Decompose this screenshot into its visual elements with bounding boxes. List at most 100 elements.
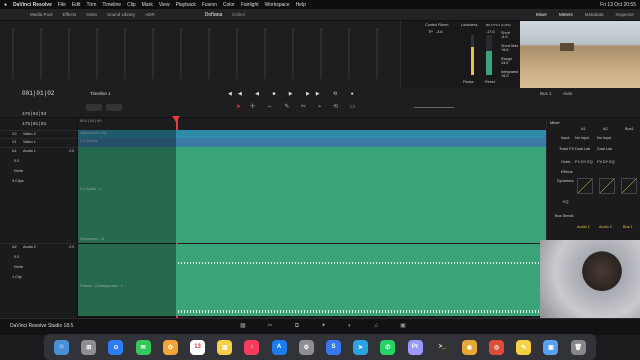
index-button[interactable]: Index — [86, 12, 97, 17]
menu-item-mark[interactable]: Mark — [142, 2, 153, 8]
menu-item-fairlight[interactable]: Fairlight — [241, 2, 259, 8]
timecode-2: 475|01|01 — [22, 122, 47, 127]
edit-tools[interactable]: ✛ ⇔ ✎ ✂ ⌁ ⟲ ▭ — [250, 103, 360, 110]
pointer-tool-icon[interactable]: ➤ — [236, 103, 241, 110]
track-fader[interactable] — [348, 29, 350, 79]
chrome-icon[interactable]: ◎ — [489, 339, 505, 355]
track-fader[interactable] — [124, 29, 126, 79]
menu-item-color[interactable]: Color — [223, 2, 235, 8]
a2-volume[interactable]: 0.0 — [14, 255, 19, 259]
finder-icon[interactable]: ☺ — [54, 339, 70, 355]
menu-item-view[interactable]: View — [159, 2, 170, 8]
whatsapp-icon[interactable]: ✆ — [380, 339, 396, 355]
track-fader[interactable] — [292, 29, 294, 79]
track-meters-panel: Bus 1 — [0, 21, 414, 88]
track-fader[interactable] — [40, 29, 42, 79]
safari-icon[interactable]: ⊙ — [108, 339, 124, 355]
mixer-a1-trackfx[interactable]: Dual Lab — [575, 147, 590, 151]
track-fader[interactable] — [68, 29, 70, 79]
mixer-name-a2: Audio 2 — [599, 225, 612, 229]
menu-item-clip[interactable]: Clip — [127, 2, 136, 8]
track-fader[interactable] — [376, 29, 378, 79]
automation-mode[interactable]: Auto — [563, 91, 572, 96]
messages-icon[interactable]: ✉ — [135, 339, 151, 355]
v2-name: Video 2 — [23, 132, 36, 136]
bus-dynamics-graph[interactable] — [621, 178, 637, 194]
telegram-icon[interactable]: ➤ — [353, 339, 369, 355]
timeline-area[interactable]: 001|01|00 Adjustment Clip 2:2 Titulos 2:… — [78, 116, 546, 318]
a2-mode[interactable]: None — [14, 265, 23, 269]
track-fader[interactable] — [208, 29, 210, 79]
meters-button[interactable]: Meters — [559, 12, 573, 17]
a2-dynamics-graph[interactable] — [599, 178, 615, 194]
a2-name: Audio 2 — [23, 245, 36, 249]
mixer-col-a1: A1 — [581, 127, 586, 131]
sound-library-button[interactable]: Sound Library — [107, 12, 135, 17]
menu-item-timeline[interactable]: Timeline — [102, 2, 121, 8]
track-fader[interactable] — [264, 29, 266, 79]
mixer-button[interactable]: Mixer — [536, 12, 547, 17]
track-fader[interactable] — [96, 29, 98, 79]
mixer-a2-trackfx[interactable]: Dual Lab — [597, 147, 612, 151]
preview-icon[interactable]: ▣ — [543, 339, 559, 355]
page-switcher[interactable]: ▦✂⧉✦◐♫▣ — [240, 322, 428, 330]
playhead-marker-icon[interactable] — [172, 116, 180, 122]
menu-item-fusion[interactable]: Fusion — [202, 2, 217, 8]
menu-item-playback[interactable]: Playback — [176, 2, 196, 8]
v1-name: Video 1 — [23, 140, 36, 144]
a1-dynamics-graph[interactable] — [577, 178, 593, 194]
track-fader[interactable] — [12, 29, 14, 79]
reset-button[interactable]: Reset — [485, 80, 495, 84]
menu-item-trim[interactable]: Trim — [87, 2, 97, 8]
launchpad-icon[interactable]: ⊞ — [81, 339, 97, 355]
video-viewer[interactable] — [520, 21, 640, 88]
menu-item-help[interactable]: Help — [296, 2, 306, 8]
metadata-button[interactable]: Metadata — [585, 12, 604, 17]
signal-icon[interactable]: S — [325, 339, 341, 355]
transport-controls[interactable]: ◀◀ ◀ ■ ▶ ▶▶ ⟲ ● — [228, 91, 360, 97]
notes2-icon[interactable]: ✎ — [516, 339, 532, 355]
premiere-icon[interactable]: Pr — [407, 339, 423, 355]
media-pool-button[interactable]: Media Pool — [30, 12, 53, 17]
resolve-icon[interactable]: ◉ — [461, 339, 477, 355]
a1-name: Audio 1 — [23, 149, 36, 153]
menu-item-file[interactable]: File — [58, 2, 66, 8]
adr-button[interactable]: ADR — [145, 12, 155, 17]
trash-icon[interactable]: 🗑 — [570, 339, 586, 355]
mixer-a2-order[interactable]: FX DY EQ — [597, 160, 615, 164]
bus-output[interactable]: Bus 1 — [540, 91, 552, 96]
clock: Fri 13 Oct 20:55 — [600, 1, 636, 8]
edit-mode-button[interactable] — [86, 104, 102, 111]
effects-button[interactable]: Effects — [63, 12, 77, 17]
mixer-a2-input[interactable]: No Input — [597, 136, 611, 140]
mixer-a1-order[interactable]: FX DY EQ — [575, 160, 593, 164]
v2-id: V2 — [12, 132, 17, 136]
track-fader[interactable] — [320, 29, 322, 79]
timecode-1: 476|02|03 — [22, 112, 47, 117]
inspector-button[interactable]: Inspector — [615, 12, 634, 17]
music-icon[interactable]: ♪ — [244, 339, 260, 355]
a1-mode[interactable]: None — [14, 169, 23, 173]
timeline-name[interactable]: Timeline 1 — [90, 91, 111, 96]
a1-volume[interactable]: 0.0 — [14, 159, 19, 163]
app store-icon[interactable]: A — [271, 339, 287, 355]
m-meter — [486, 35, 492, 75]
mixer-row-effects: Effects — [561, 170, 573, 174]
settings-icon[interactable]: ⚙ — [298, 339, 314, 355]
track-fader[interactable] — [152, 29, 154, 79]
track-fader[interactable] — [180, 29, 182, 79]
calendar-icon[interactable]: 13 — [190, 339, 206, 355]
notes-icon[interactable]: ▤ — [217, 339, 233, 355]
mixer-row-bussends: Bus Sends — [555, 214, 574, 218]
track-fader[interactable] — [236, 29, 238, 79]
view-mode-button[interactable] — [106, 104, 122, 111]
menu-item-edit[interactable]: Edit — [72, 2, 81, 8]
mixer-a1-input[interactable]: No Input — [575, 136, 589, 140]
zoom-slider[interactable] — [414, 107, 454, 108]
terminal-icon[interactable]: >_ — [434, 339, 450, 355]
apple-icon[interactable]: ● — [4, 2, 7, 8]
app-menu[interactable]: DaVinci Resolve — [13, 2, 52, 8]
menu-item-workspace[interactable]: Workspace — [265, 2, 290, 8]
photos-icon[interactable]: ✿ — [162, 339, 178, 355]
pause-button[interactable]: Pause — [463, 80, 474, 84]
